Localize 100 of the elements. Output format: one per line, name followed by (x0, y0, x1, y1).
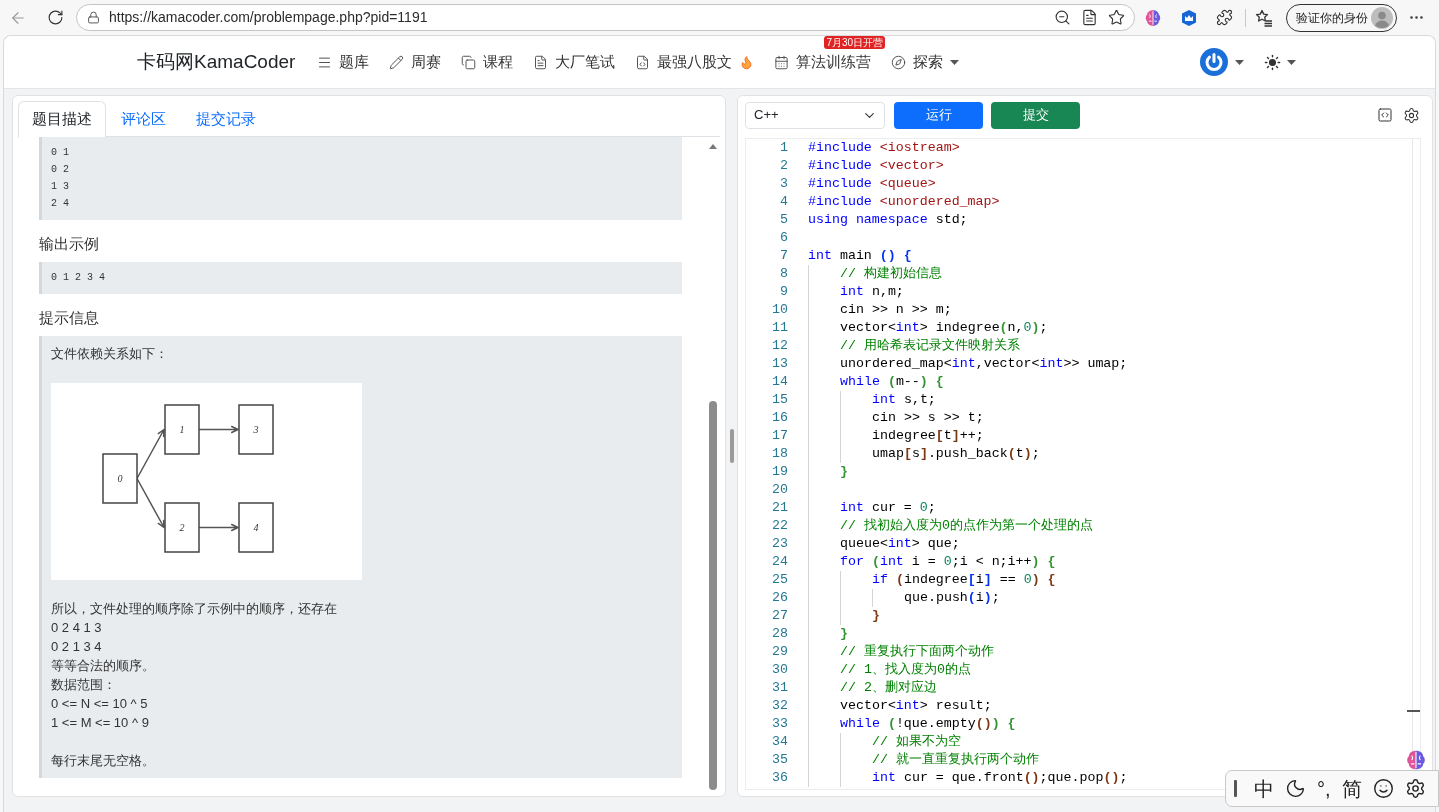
line-number: 4 (780, 193, 788, 211)
nav-link[interactable]: 周赛 (389, 50, 442, 74)
favorites-icon[interactable] (1255, 8, 1273, 27)
code-line: } (872, 607, 880, 625)
reload-icon[interactable] (47, 9, 64, 26)
tab[interactable]: 题目描述 (18, 101, 106, 138)
line-number: 20 (772, 481, 788, 499)
moon-icon[interactable] (1285, 778, 1306, 799)
zoom-out-icon[interactable] (1054, 9, 1071, 26)
line-number: 2 (780, 157, 788, 175)
graph-node: 4 (238, 502, 274, 553)
graph-node: 3 (238, 404, 274, 455)
smiley-icon[interactable] (1372, 778, 1394, 799)
caret-icon (950, 59, 960, 65)
tab[interactable]: 提交记录 (181, 101, 271, 137)
code-line: } (840, 463, 848, 481)
line-number: 9 (780, 283, 788, 301)
code-line: unordered_map<int,vector<int>> umap; (840, 355, 1128, 373)
line-number: 21 (772, 499, 788, 517)
caret-icon (1235, 59, 1244, 65)
ime-button[interactable]: 简 (1341, 777, 1362, 800)
code-line: int cur = 0; (840, 499, 936, 517)
tab[interactable]: 评论区 (106, 101, 181, 137)
line-number: 3 (780, 175, 788, 193)
line-number: 14 (772, 373, 788, 391)
line-number: 5 (780, 211, 788, 229)
hint-text: 文件依赖关系如下： (51, 345, 168, 363)
arrow (136, 428, 165, 480)
code-line: vector<int> result; (840, 697, 992, 715)
code-line: for (int i = 0;i < n;i++) { (840, 553, 1056, 571)
line-number: 19 (772, 463, 788, 481)
arrow (136, 477, 165, 529)
line-number: 35 (772, 751, 788, 769)
scroll-up-arrow-icon[interactable] (709, 144, 717, 149)
hint-text: 0 <= N <= 10 ^ 5 (51, 695, 148, 713)
line-number: 25 (772, 571, 788, 589)
sample-line: 2 4 (51, 197, 69, 211)
graph-node: 0 (102, 453, 138, 504)
settings-icon[interactable] (1403, 106, 1420, 124)
arrow (198, 523, 239, 532)
nav-link[interactable]: 最强八股文 (635, 50, 755, 74)
hint-text: 每行末尾无空格。 (51, 752, 155, 770)
nav-link[interactable]: 算法训练营 (774, 50, 872, 74)
code-line: while (!que.empty()) { (840, 715, 1016, 733)
code-line: // 如果不为空 (872, 733, 961, 751)
lock-icon[interactable] (87, 11, 100, 24)
code-line: // 找初始入度为0的点作为第一个处理的点 (840, 517, 1093, 535)
code-line: int s,t; (872, 391, 936, 409)
nav-link[interactable]: 题库 (317, 50, 370, 74)
code-line: #include <queue> (808, 175, 936, 193)
line-number: 15 (772, 391, 788, 409)
star-icon[interactable] (1108, 9, 1125, 26)
nav-link[interactable]: 探索 (891, 50, 960, 74)
code-line: queue<int> que; (840, 535, 960, 553)
code-line: cin >> s >> t; (872, 409, 984, 427)
address-bar[interactable]: https://kamacoder.com/problempage.php?pid=1191 (76, 4, 1135, 31)
ime-button[interactable]: °, (1317, 777, 1331, 800)
crown-icon[interactable] (1180, 8, 1198, 27)
code-line: #include <iostream> (808, 139, 960, 157)
code-line: // 2、删对应边 (840, 679, 937, 697)
site-logo-text[interactable]: 卡码网KamaCoder (137, 47, 296, 77)
resize-handle[interactable] (729, 429, 734, 463)
power-icon[interactable] (1200, 48, 1228, 76)
line-number: 11 (772, 319, 788, 337)
hint-text: 数据范围： (51, 676, 116, 694)
scrollbar-thumb[interactable] (709, 401, 717, 790)
line-number: 10 (772, 301, 788, 319)
drag-handle[interactable] (1234, 780, 1237, 797)
run-button[interactable]: 运行 (894, 101, 983, 129)
sun-icon[interactable] (1264, 53, 1281, 71)
code-line: umap[s].push_back(t); (872, 445, 1040, 463)
code-line: using namespace std; (808, 211, 968, 229)
nav-link[interactable]: 大厂笔试 (533, 50, 616, 74)
brain-icon[interactable] (1405, 749, 1427, 771)
ime-button[interactable]: 中 (1254, 777, 1274, 800)
code-view-icon[interactable] (1377, 107, 1393, 123)
reader-icon[interactable] (1081, 9, 1098, 26)
line-number: 12 (772, 337, 788, 355)
code-line: // 用哈希表记录文件映射关系 (840, 337, 1020, 355)
nav-link[interactable]: 课程 (461, 50, 514, 74)
sample-line: 0 1 2 3 4 (51, 271, 105, 285)
line-number: 31 (772, 679, 788, 697)
hint-text: 0 2 4 1 3 (51, 619, 102, 637)
submit-button[interactable]: 提交 (991, 101, 1080, 129)
sample-line: 0 1 (51, 146, 69, 160)
settings-icon[interactable] (1404, 778, 1426, 799)
code-line: #include <unordered_map> (808, 193, 1000, 211)
hint-text: 1 <= M <= 10 ^ 9 (51, 714, 149, 732)
brain-icon[interactable] (1144, 8, 1162, 27)
code-line: int main () { (808, 247, 912, 265)
code-line: int n,m; (840, 283, 904, 301)
code-line: // 重复执行下面两个动作 (840, 643, 994, 661)
sample-line: 1 3 (51, 180, 69, 194)
compass-icon (891, 54, 907, 70)
pencil-icon (389, 54, 405, 70)
document-icon (533, 54, 549, 70)
url-text: https://kamacoder.com/problempage.php?pid=1191 (109, 8, 428, 27)
menu-icon (317, 54, 333, 70)
language-select[interactable]: C++ (745, 101, 885, 129)
puzzle-icon[interactable] (1216, 9, 1233, 26)
